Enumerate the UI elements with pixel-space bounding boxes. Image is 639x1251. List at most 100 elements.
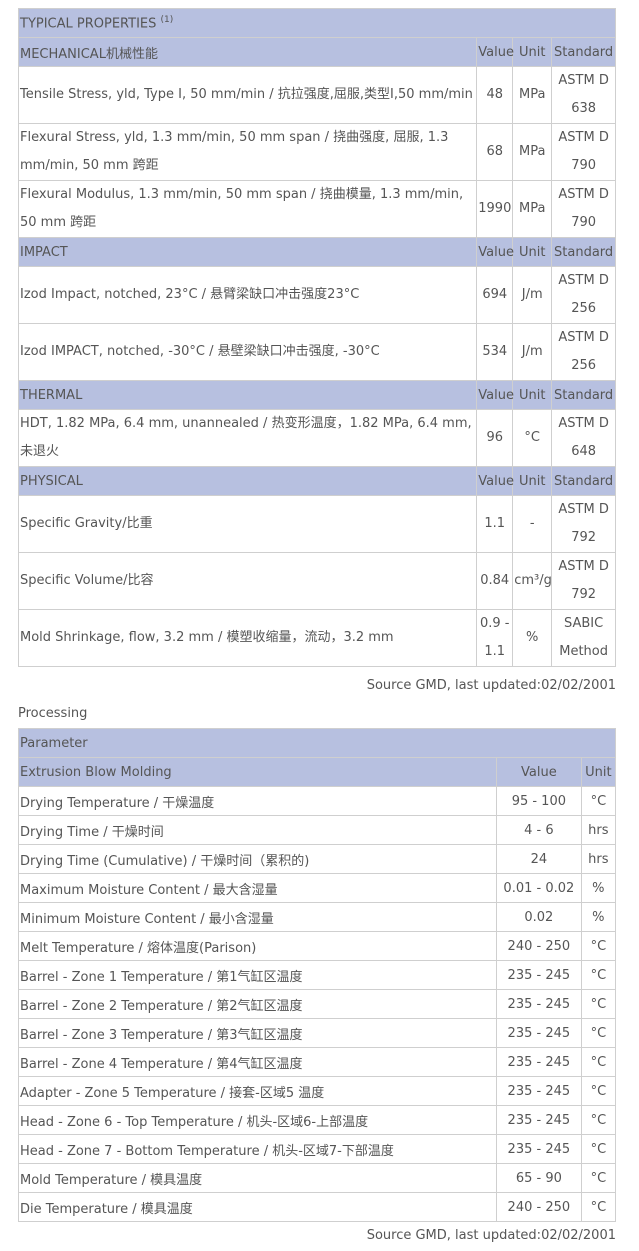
table-row: Barrel - Zone 3 Temperature / 第3气缸区温度 235… — [18, 1018, 617, 1048]
processing-parameter: Head - Zone 7 - Bottom Temperature / 机头-… — [18, 1134, 497, 1164]
unit-header: Unit — [512, 380, 553, 410]
processing-unit: °C — [580, 786, 617, 816]
processing-parameter: Mold Temperature / 模具温度 — [18, 1163, 497, 1193]
processing-source-note: Source GMD, last updated:02/02/2001 — [366, 1228, 616, 1243]
processing-value: 65 - 90 — [496, 1163, 582, 1193]
processing-parameter: Barrel - Zone 3 Temperature / 第3气缸区温度 — [18, 1018, 497, 1048]
standard-header: Standard — [551, 380, 616, 410]
table-row: HDT, 1.82 MPa, 6.4 mm, unannealed / 热变形温… — [17, 409, 616, 467]
processing-unit: °C — [580, 931, 617, 961]
processing-unit: °C — [580, 1105, 617, 1135]
processing-parameter-row: Parameter — [18, 728, 616, 758]
processing-unit: hrs — [580, 844, 617, 874]
section-name: IMPACT — [17, 237, 478, 267]
property-unit: MPa — [512, 180, 553, 238]
property-description: Izod IMPACT, notched, -30°C / 悬壁梁缺口冲击强度,… — [17, 323, 478, 381]
section-name: THERMAL — [17, 380, 478, 410]
processing-value-header: Value — [496, 757, 582, 787]
property-standard: ASTM D 790 — [551, 180, 616, 238]
processing-parameter: Drying Time / 干燥时间 — [18, 815, 497, 845]
processing-unit: °C — [580, 1047, 617, 1077]
property-unit: °C — [512, 409, 553, 467]
table-row: Specific Volume/比容 0.84 cm³/g ASTM D 792 — [17, 552, 616, 610]
table-row: Barrel - Zone 4 Temperature / 第4气缸区温度 235… — [18, 1047, 617, 1077]
property-unit: MPa — [512, 123, 553, 181]
property-value: 534 — [476, 323, 514, 381]
unit-header: Unit — [512, 466, 553, 496]
table-row: Maximum Moisture Content / 最大含湿量 0.01 - 0… — [18, 873, 617, 903]
processing-parameter: Melt Temperature / 熔体温度(Parison) — [18, 931, 497, 961]
value-header: Value — [476, 466, 514, 496]
value-header: Value — [476, 37, 514, 67]
unit-header: Unit — [512, 37, 553, 67]
standard-header: Standard — [551, 466, 616, 496]
processing-value: 4 - 6 — [496, 815, 582, 845]
processing-value: 0.02 — [496, 902, 582, 932]
property-value: 694 — [476, 266, 514, 324]
table-row: Barrel - Zone 2 Temperature / 第2气缸区温度 235… — [18, 989, 617, 1019]
processing-parameter: Barrel - Zone 2 Temperature / 第2气缸区温度 — [18, 989, 497, 1019]
processing-value: 235 - 245 — [496, 1105, 582, 1135]
standard-header: Standard — [551, 37, 616, 67]
property-unit: MPa — [512, 66, 553, 124]
section-header-row: MECHANICAL机械性能 Value Unit Standard — [17, 37, 616, 67]
processing-unit: °C — [580, 960, 617, 990]
table-row: Head - Zone 6 - Top Temperature / 机头-区域6… — [18, 1105, 617, 1135]
property-standard: ASTM D 792 — [551, 495, 616, 553]
table-row: Mold Shrinkage, flow, 3.2 mm / 模塑收缩量，流动，… — [17, 609, 616, 667]
table-row: Mold Temperature / 模具温度 65 - 90 °C — [18, 1163, 617, 1193]
processing-parameter: Minimum Moisture Content / 最小含湿量 — [18, 902, 497, 932]
processing-section-row: Extrusion Blow Molding Value Unit — [18, 757, 617, 787]
property-value: 1990 — [476, 180, 514, 238]
processing-parameter: Die Temperature / 模具温度 — [18, 1192, 497, 1222]
processing-unit: °C — [580, 1192, 617, 1222]
processing-parameter: Barrel - Zone 4 Temperature / 第4气缸区温度 — [18, 1047, 497, 1077]
table-row: Minimum Moisture Content / 最小含湿量 0.02% — [18, 902, 617, 932]
processing-unit-header: Unit — [580, 757, 617, 787]
processing-unit: °C — [580, 989, 617, 1019]
table-row: Melt Temperature / 熔体温度(Parison) 240 - 25… — [18, 931, 617, 961]
property-description: Specific Volume/比容 — [17, 552, 478, 610]
property-standard: ASTM D 790 — [551, 123, 616, 181]
processing-unit: °C — [580, 1076, 617, 1106]
property-value: 68 — [476, 123, 514, 181]
standard-header: Standard — [551, 237, 616, 267]
property-description: Specific Gravity/比重 — [17, 495, 478, 553]
section-name: PHYSICAL — [17, 466, 478, 496]
processing-parameter: Maximum Moisture Content / 最大含湿量 — [18, 873, 497, 903]
property-unit: J/m — [512, 323, 553, 381]
typical-properties-table: TYPICAL PROPERTIES (1) MECHANICAL机械性能 Val… — [17, 8, 616, 667]
property-description: Flexural Stress, yld, 1.3 mm/min, 50 mm … — [17, 123, 478, 181]
property-standard: ASTM D 256 — [551, 266, 616, 324]
table-row: Specific Gravity/比重 1.1- ASTM D 792 — [17, 495, 616, 553]
property-value: 1.1 — [476, 495, 514, 553]
property-value: 48 — [476, 66, 514, 124]
processing-parameter: Drying Time (Cumulative) / 干燥时间（累积的) — [18, 844, 497, 874]
table-row: Tensile Stress, yld, Type I, 50 mm/min /… — [17, 66, 616, 124]
typical-properties-note: (1) — [160, 14, 174, 25]
processing-unit: °C — [580, 1018, 617, 1048]
processing-value: 240 - 250 — [496, 1192, 582, 1222]
processing-unit: °C — [580, 1134, 617, 1164]
property-standard: ASTM D 638 — [551, 66, 616, 124]
processing-unit: °C — [580, 1163, 617, 1193]
section-header-row: THERMAL Value Unit Standard — [17, 380, 616, 410]
table-row: Flexural Modulus, 1.3 mm/min, 50 mm span… — [17, 180, 616, 238]
property-description: Izod Impact, notched, 23°C / 悬臂梁缺口冲击强度23… — [17, 266, 478, 324]
property-description: Tensile Stress, yld, Type I, 50 mm/min /… — [17, 66, 478, 124]
processing-value: 235 - 245 — [496, 1076, 582, 1106]
processing-value: 24 — [496, 844, 582, 874]
table-row: Izod IMPACT, notched, -30°C / 悬壁梁缺口冲击强度,… — [17, 323, 616, 381]
processing-parameter: Head - Zone 6 - Top Temperature / 机头-区域6… — [18, 1105, 497, 1135]
processing-table: Parameter Extrusion Blow Molding Value U… — [18, 728, 617, 1222]
table-row: Die Temperature / 模具温度 240 - 250 °C — [18, 1192, 617, 1222]
processing-parameter: Barrel - Zone 1 Temperature / 第1气缸区温度 — [18, 960, 497, 990]
section-header-row: PHYSICAL Value Unit Standard — [17, 466, 616, 496]
processing-parameter: Adapter - Zone 5 Temperature / 接套-区域5 温度 — [18, 1076, 497, 1106]
processing-title: Processing — [18, 706, 88, 721]
table-row: Izod Impact, notched, 23°C / 悬臂梁缺口冲击强度23… — [17, 266, 616, 324]
property-unit: % — [512, 609, 553, 667]
processing-unit: % — [580, 873, 617, 903]
table-row: Adapter - Zone 5 Temperature / 接套-区域5 温度… — [18, 1076, 617, 1106]
table-row: Drying Time / 干燥时间 4 - 6 hrs — [18, 815, 617, 845]
